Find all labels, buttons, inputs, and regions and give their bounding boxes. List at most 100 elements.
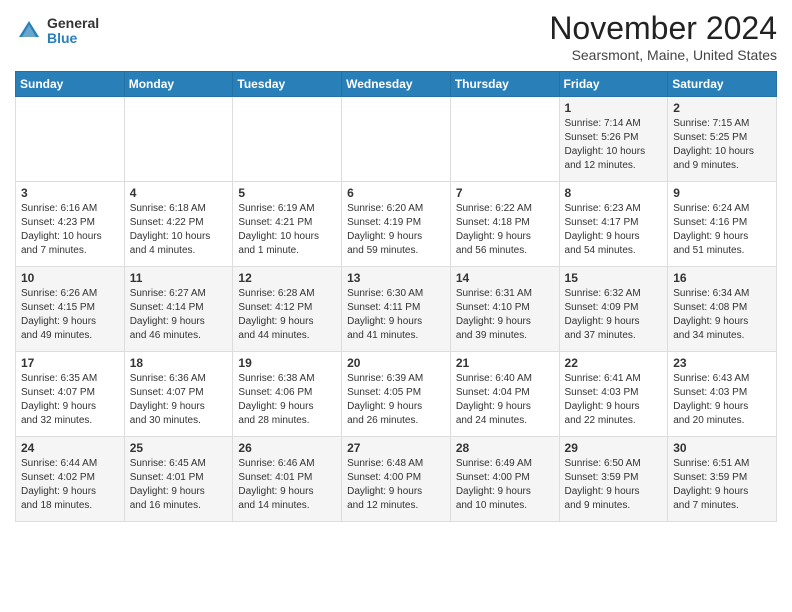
- day-info: Sunrise: 6:28 AM Sunset: 4:12 PM Dayligh…: [238, 287, 336, 343]
- calendar-day-cell: 2 Sunrise: 7:15 AM Sunset: 5:25 PM Daylig…: [668, 97, 777, 182]
- logo: General Blue: [15, 16, 99, 47]
- day-number: 1: [565, 101, 663, 115]
- day-number: 9: [673, 186, 771, 200]
- day-info: Sunrise: 6:32 AM Sunset: 4:09 PM Dayligh…: [565, 287, 663, 343]
- calendar-day-cell: 6 Sunrise: 6:20 AM Sunset: 4:19 PM Daylig…: [342, 182, 451, 267]
- day-number: 19: [238, 356, 336, 370]
- weekday-header: Wednesday: [342, 72, 451, 97]
- page-header: General Blue November 2024 Searsmont, Ma…: [15, 10, 777, 63]
- day-info: Sunrise: 6:46 AM Sunset: 4:01 PM Dayligh…: [238, 457, 336, 513]
- logo-blue: Blue: [47, 31, 99, 46]
- day-number: 23: [673, 356, 771, 370]
- day-info: Sunrise: 6:22 AM Sunset: 4:18 PM Dayligh…: [456, 202, 554, 258]
- day-info: Sunrise: 6:36 AM Sunset: 4:07 PM Dayligh…: [130, 372, 228, 428]
- calendar-day-cell: 15 Sunrise: 6:32 AM Sunset: 4:09 PM Dayli…: [559, 267, 668, 352]
- day-number: 28: [456, 441, 554, 455]
- calendar-day-cell: 24Sunrise: 6:44 AM Sunset: 4:02 PM Dayli…: [16, 437, 125, 522]
- day-number: 10: [21, 271, 119, 285]
- day-number: 29: [565, 441, 663, 455]
- calendar-week-row: 24Sunrise: 6:44 AM Sunset: 4:02 PM Dayli…: [16, 437, 777, 522]
- calendar-day-cell: [233, 97, 342, 182]
- calendar-day-cell: 12 Sunrise: 6:28 AM Sunset: 4:12 PM Dayli…: [233, 267, 342, 352]
- day-number: 20: [347, 356, 445, 370]
- day-info: Sunrise: 6:16 AM Sunset: 4:23 PM Dayligh…: [21, 202, 119, 258]
- day-info: Sunrise: 7:14 AM Sunset: 5:26 PM Dayligh…: [565, 117, 663, 173]
- day-info: Sunrise: 6:50 AM Sunset: 3:59 PM Dayligh…: [565, 457, 663, 513]
- weekday-header: Tuesday: [233, 72, 342, 97]
- weekday-header: Monday: [124, 72, 233, 97]
- day-info: Sunrise: 6:39 AM Sunset: 4:05 PM Dayligh…: [347, 372, 445, 428]
- calendar-week-row: 3 Sunrise: 6:16 AM Sunset: 4:23 PM Daylig…: [16, 182, 777, 267]
- month-year-title: November 2024: [549, 10, 777, 47]
- calendar-day-cell: 29 Sunrise: 6:50 AM Sunset: 3:59 PM Dayli…: [559, 437, 668, 522]
- calendar-day-cell: [16, 97, 125, 182]
- day-number: 18: [130, 356, 228, 370]
- calendar-day-cell: 11Sunrise: 6:27 AM Sunset: 4:14 PM Dayli…: [124, 267, 233, 352]
- day-info: Sunrise: 6:23 AM Sunset: 4:17 PM Dayligh…: [565, 202, 663, 258]
- day-number: 16: [673, 271, 771, 285]
- day-info: Sunrise: 6:38 AM Sunset: 4:06 PM Dayligh…: [238, 372, 336, 428]
- day-number: 6: [347, 186, 445, 200]
- calendar-day-cell: 22 Sunrise: 6:41 AM Sunset: 4:03 PM Dayli…: [559, 352, 668, 437]
- calendar-day-cell: 5Sunrise: 6:19 AM Sunset: 4:21 PM Daylig…: [233, 182, 342, 267]
- day-number: 12: [238, 271, 336, 285]
- calendar-day-cell: 27 Sunrise: 6:48 AM Sunset: 4:00 PM Dayli…: [342, 437, 451, 522]
- calendar-week-row: 10 Sunrise: 6:26 AM Sunset: 4:15 PM Dayli…: [16, 267, 777, 352]
- day-info: Sunrise: 6:43 AM Sunset: 4:03 PM Dayligh…: [673, 372, 771, 428]
- day-number: 17: [21, 356, 119, 370]
- day-number: 3: [21, 186, 119, 200]
- day-number: 26: [238, 441, 336, 455]
- logo-icon: [15, 17, 43, 45]
- day-number: 14: [456, 271, 554, 285]
- day-number: 22: [565, 356, 663, 370]
- weekday-header: Friday: [559, 72, 668, 97]
- calendar-day-cell: 30Sunrise: 6:51 AM Sunset: 3:59 PM Dayli…: [668, 437, 777, 522]
- day-info: Sunrise: 6:35 AM Sunset: 4:07 PM Dayligh…: [21, 372, 119, 428]
- day-info: Sunrise: 6:48 AM Sunset: 4:00 PM Dayligh…: [347, 457, 445, 513]
- weekday-header: Sunday: [16, 72, 125, 97]
- calendar-day-cell: 25 Sunrise: 6:45 AM Sunset: 4:01 PM Dayli…: [124, 437, 233, 522]
- calendar-day-cell: 17 Sunrise: 6:35 AM Sunset: 4:07 PM Dayli…: [16, 352, 125, 437]
- calendar-day-cell: [124, 97, 233, 182]
- day-number: 2: [673, 101, 771, 115]
- calendar-day-cell: 8Sunrise: 6:23 AM Sunset: 4:17 PM Daylig…: [559, 182, 668, 267]
- day-number: 25: [130, 441, 228, 455]
- day-info: Sunrise: 6:31 AM Sunset: 4:10 PM Dayligh…: [456, 287, 554, 343]
- calendar-day-cell: 7 Sunrise: 6:22 AM Sunset: 4:18 PM Daylig…: [450, 182, 559, 267]
- calendar-day-cell: 16 Sunrise: 6:34 AM Sunset: 4:08 PM Dayli…: [668, 267, 777, 352]
- calendar-day-cell: 20 Sunrise: 6:39 AM Sunset: 4:05 PM Dayli…: [342, 352, 451, 437]
- calendar-day-cell: 9 Sunrise: 6:24 AM Sunset: 4:16 PM Daylig…: [668, 182, 777, 267]
- day-number: 11: [130, 271, 228, 285]
- calendar-day-cell: 13 Sunrise: 6:30 AM Sunset: 4:11 PM Dayli…: [342, 267, 451, 352]
- day-info: Sunrise: 6:30 AM Sunset: 4:11 PM Dayligh…: [347, 287, 445, 343]
- calendar-day-cell: 28Sunrise: 6:49 AM Sunset: 4:00 PM Dayli…: [450, 437, 559, 522]
- weekday-header: Saturday: [668, 72, 777, 97]
- day-info: Sunrise: 7:15 AM Sunset: 5:25 PM Dayligh…: [673, 117, 771, 173]
- day-number: 24: [21, 441, 119, 455]
- calendar-day-cell: 4Sunrise: 6:18 AM Sunset: 4:22 PM Daylig…: [124, 182, 233, 267]
- calendar-day-cell: 18 Sunrise: 6:36 AM Sunset: 4:07 PM Dayli…: [124, 352, 233, 437]
- day-info: Sunrise: 6:41 AM Sunset: 4:03 PM Dayligh…: [565, 372, 663, 428]
- calendar-day-cell: [450, 97, 559, 182]
- calendar-day-cell: 23 Sunrise: 6:43 AM Sunset: 4:03 PM Dayli…: [668, 352, 777, 437]
- day-info: Sunrise: 6:26 AM Sunset: 4:15 PM Dayligh…: [21, 287, 119, 343]
- day-number: 27: [347, 441, 445, 455]
- day-number: 7: [456, 186, 554, 200]
- day-info: Sunrise: 6:34 AM Sunset: 4:08 PM Dayligh…: [673, 287, 771, 343]
- day-info: Sunrise: 6:24 AM Sunset: 4:16 PM Dayligh…: [673, 202, 771, 258]
- day-number: 21: [456, 356, 554, 370]
- day-info: Sunrise: 6:20 AM Sunset: 4:19 PM Dayligh…: [347, 202, 445, 258]
- calendar-week-row: 17 Sunrise: 6:35 AM Sunset: 4:07 PM Dayli…: [16, 352, 777, 437]
- day-info: Sunrise: 6:45 AM Sunset: 4:01 PM Dayligh…: [130, 457, 228, 513]
- calendar-header-row: SundayMondayTuesdayWednesdayThursdayFrid…: [16, 72, 777, 97]
- calendar-day-cell: 10 Sunrise: 6:26 AM Sunset: 4:15 PM Dayli…: [16, 267, 125, 352]
- calendar-day-cell: 19 Sunrise: 6:38 AM Sunset: 4:06 PM Dayli…: [233, 352, 342, 437]
- logo-text: General Blue: [47, 16, 99, 47]
- calendar-day-cell: 26 Sunrise: 6:46 AM Sunset: 4:01 PM Dayli…: [233, 437, 342, 522]
- day-info: Sunrise: 6:40 AM Sunset: 4:04 PM Dayligh…: [456, 372, 554, 428]
- title-block: November 2024 Searsmont, Maine, United S…: [549, 10, 777, 63]
- calendar-day-cell: 14 Sunrise: 6:31 AM Sunset: 4:10 PM Dayli…: [450, 267, 559, 352]
- day-number: 13: [347, 271, 445, 285]
- day-number: 15: [565, 271, 663, 285]
- calendar-day-cell: [342, 97, 451, 182]
